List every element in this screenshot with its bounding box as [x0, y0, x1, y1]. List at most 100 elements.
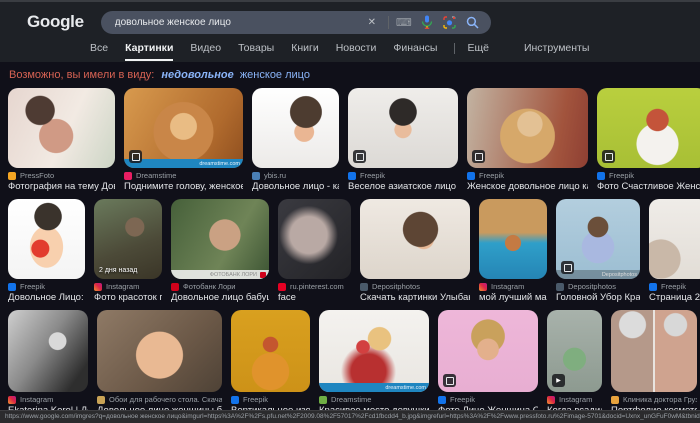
tab-finance[interactable]: Финансы — [393, 42, 437, 61]
result-thumbnail[interactable] — [360, 199, 470, 279]
source-name: Фотобанк Лори — [183, 282, 236, 291]
image-result[interactable]: ru.pinterest.comface — [278, 199, 351, 304]
voice-search-icon[interactable] — [419, 14, 435, 30]
google-lens-icon[interactable] — [442, 14, 458, 30]
source-name: PressFoto — [20, 171, 54, 180]
result-source: Dreamstime — [319, 395, 429, 404]
suggestion-link-rest[interactable]: женское лицо — [240, 69, 310, 81]
result-thumbnail[interactable] — [278, 199, 351, 279]
result-title[interactable]: Поднимите голову, женское лицо, д... — [124, 181, 243, 193]
result-thumbnail[interactable]: dreamstime.com — [319, 310, 429, 392]
watermark-bar: ФОТОБАНК ЛОРИ — [171, 270, 269, 279]
result-thumbnail[interactable] — [649, 199, 700, 279]
tools-button[interactable]: Инструменты — [524, 42, 589, 61]
image-result[interactable]: dreamstime.comDreamstimeПоднимите голову… — [124, 88, 243, 193]
result-title[interactable]: Фото Счастливое Женское Лицо — [597, 181, 700, 193]
result-title[interactable]: face — [278, 292, 351, 304]
result-thumbnail[interactable] — [438, 310, 538, 392]
result-source: Freepik — [8, 282, 85, 291]
result-thumbnail[interactable] — [97, 310, 222, 392]
image-result[interactable]: FreepikВертикальное изображ... — [231, 310, 310, 417]
result-caption: PressFotoФотография на тему Довольное ..… — [8, 171, 115, 193]
result-caption: DepositphotosГоловной Убор Красивой Мол.… — [556, 282, 640, 304]
image-result[interactable]: PressFotoФотография на тему Довольное ..… — [8, 88, 115, 193]
image-result[interactable]: 2 дня назадInstagramФото красоток пос... — [94, 199, 162, 304]
tab-videos[interactable]: Видео — [190, 42, 221, 61]
source-favicon — [348, 172, 356, 180]
result-title[interactable]: Фото красоток пос... — [94, 292, 162, 304]
image-result[interactable]: InstagramEkaterina Korol | Довол... — [8, 310, 88, 417]
licensable-badge-icon — [353, 150, 366, 163]
image-result[interactable]: ybis.ruДовольное лицо - картин... — [252, 88, 339, 193]
tab-more[interactable]: Ещё — [467, 42, 488, 61]
source-name: Freepik — [479, 171, 504, 180]
result-title[interactable]: Скачать картинки Улыбающееся ... — [360, 292, 470, 304]
result-thumbnail[interactable]: Depositphotos — [556, 199, 640, 279]
search-submit-icon[interactable] — [465, 14, 481, 30]
keyboard-icon[interactable]: ⌨ — [396, 14, 412, 30]
image-result[interactable]: FreepikВеселое азиатское лицо женщин ... — [348, 88, 458, 193]
suggestion-link-highlight[interactable]: недовольное — [161, 69, 233, 81]
tab-books[interactable]: Книги — [291, 42, 318, 61]
result-thumbnail[interactable] — [479, 199, 547, 279]
result-source: Freepik — [231, 395, 310, 404]
image-result[interactable]: Клиника доктора ГруздеваПортфолио космет… — [611, 310, 697, 417]
result-thumbnail[interactable] — [348, 88, 458, 168]
result-thumbnail[interactable]: ФОТОБАНК ЛОРИ — [171, 199, 269, 279]
search-bar[interactable]: довольное женское лицо ✕ ⌨ — [101, 11, 491, 34]
source-favicon — [467, 172, 475, 180]
result-title[interactable]: Довольное лицо бабушки. Ст... — [171, 292, 269, 304]
source-favicon — [231, 396, 239, 404]
image-result[interactable]: FreepikДовольное Лицо: вект... — [8, 199, 85, 304]
result-thumbnail[interactable] — [467, 88, 588, 168]
result-thumbnail[interactable] — [231, 310, 310, 392]
image-result[interactable]: dreamstime.comDreamstimeКрасивое место д… — [319, 310, 429, 417]
result-thumbnail[interactable]: 2 дня назад — [94, 199, 162, 279]
tab-all[interactable]: Все — [90, 42, 108, 61]
recency-label: 2 дня назад — [99, 267, 137, 274]
result-title[interactable]: мой лучший маки... — [479, 292, 547, 304]
result-thumbnail[interactable] — [8, 88, 115, 168]
image-result[interactable]: DepositphotosСкачать картинки Улыбающеес… — [360, 199, 470, 304]
result-thumbnail[interactable] — [8, 310, 88, 392]
result-caption: Фотобанк ЛориДовольное лицо бабушки. Ст.… — [171, 282, 269, 304]
image-result[interactable]: FreepikФото Лицо Женщина Обычно... — [438, 310, 538, 417]
source-name: Instagram — [491, 282, 524, 291]
result-thumbnail[interactable] — [252, 88, 339, 168]
result-title[interactable]: Головной Убор Красивой Мол... — [556, 292, 640, 304]
result-title[interactable]: Довольное лицо - картин... — [252, 181, 339, 193]
result-thumbnail[interactable]: dreamstime.com — [124, 88, 243, 168]
image-result[interactable]: ▶InstagramКогда всадила 20... — [547, 310, 602, 417]
source-favicon — [278, 283, 286, 291]
result-title[interactable]: Веселое азиатское лицо женщин ... — [348, 181, 458, 193]
search-input[interactable]: довольное женское лицо — [115, 17, 357, 28]
tab-images[interactable]: Картинки — [125, 42, 173, 61]
play-icon: ▶ — [552, 374, 565, 387]
result-title[interactable]: Страница 2 | Фо... — [649, 292, 700, 304]
result-thumbnail[interactable] — [611, 310, 697, 392]
result-thumbnail[interactable] — [8, 199, 85, 279]
result-caption: DepositphotosСкачать картинки Улыбающеес… — [360, 282, 470, 304]
result-title[interactable]: Фотография на тему Довольное ... — [8, 181, 115, 193]
tab-news[interactable]: Новости — [336, 42, 377, 61]
image-result[interactable]: FreepikФото Счастливое Женское Лицо — [597, 88, 700, 193]
result-title[interactable]: Женское довольное лицо кавказская ... — [467, 181, 588, 193]
google-logo[interactable]: Google — [27, 12, 84, 32]
source-favicon — [649, 283, 657, 291]
tabs-divider — [454, 43, 455, 54]
search-tabs: Все Картинки Видео Товары Книги Новости … — [0, 37, 700, 61]
result-source: Freepik — [649, 282, 700, 291]
result-title[interactable]: Довольное Лицо: вект... — [8, 292, 85, 304]
result-caption: FreepikЖенское довольное лицо кавказская… — [467, 171, 588, 193]
image-result[interactable]: Обои для рабочего стола. Скачать обои...… — [97, 310, 222, 417]
image-result[interactable]: FreepikЖенское довольное лицо кавказская… — [467, 88, 588, 193]
image-result[interactable]: Instagramмой лучший маки... — [479, 199, 547, 304]
image-result[interactable]: ФОТОБАНК ЛОРИ Фотобанк ЛориДовольное лицо… — [171, 199, 269, 304]
result-thumbnail[interactable] — [597, 88, 700, 168]
image-result[interactable]: FreepikСтраница 2 | Фо... — [649, 199, 700, 304]
image-result[interactable]: Depositphotos DepositphotosГоловной Убор … — [556, 199, 640, 304]
tab-shopping[interactable]: Товары — [238, 42, 274, 61]
result-thumbnail[interactable]: ▶ — [547, 310, 602, 392]
result-source: Клиника доктора Груздева — [611, 395, 697, 404]
clear-search-icon[interactable]: ✕ — [364, 14, 380, 30]
